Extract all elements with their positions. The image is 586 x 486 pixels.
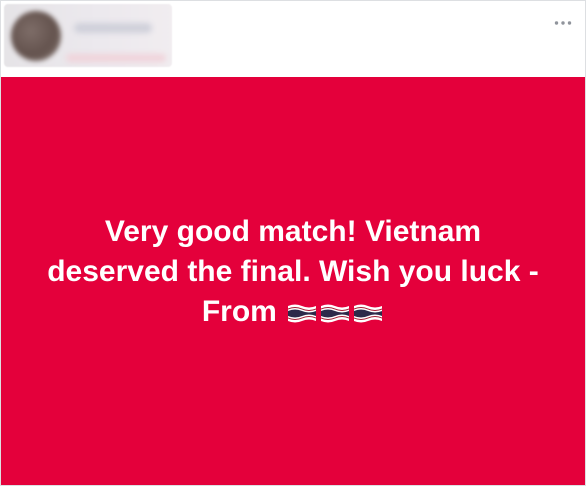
flag-thailand-icon bbox=[319, 295, 351, 335]
facebook-post: Very good match! Vietnam deserved the fi… bbox=[0, 0, 586, 486]
post-meta-blurred bbox=[66, 54, 166, 62]
author-name[interactable] bbox=[74, 23, 152, 33]
more-horizontal-icon bbox=[554, 21, 572, 25]
more-options-button[interactable] bbox=[552, 13, 574, 33]
avatar[interactable] bbox=[11, 11, 61, 61]
flag-thailand-icon bbox=[286, 295, 318, 335]
flag-thailand-icon bbox=[352, 295, 384, 335]
status-background: Very good match! Vietnam deserved the fi… bbox=[1, 77, 585, 485]
post-header bbox=[1, 1, 585, 77]
author-info-blurred[interactable] bbox=[4, 4, 172, 67]
status-message: Very good match! Vietnam deserved the fi… bbox=[43, 212, 543, 335]
